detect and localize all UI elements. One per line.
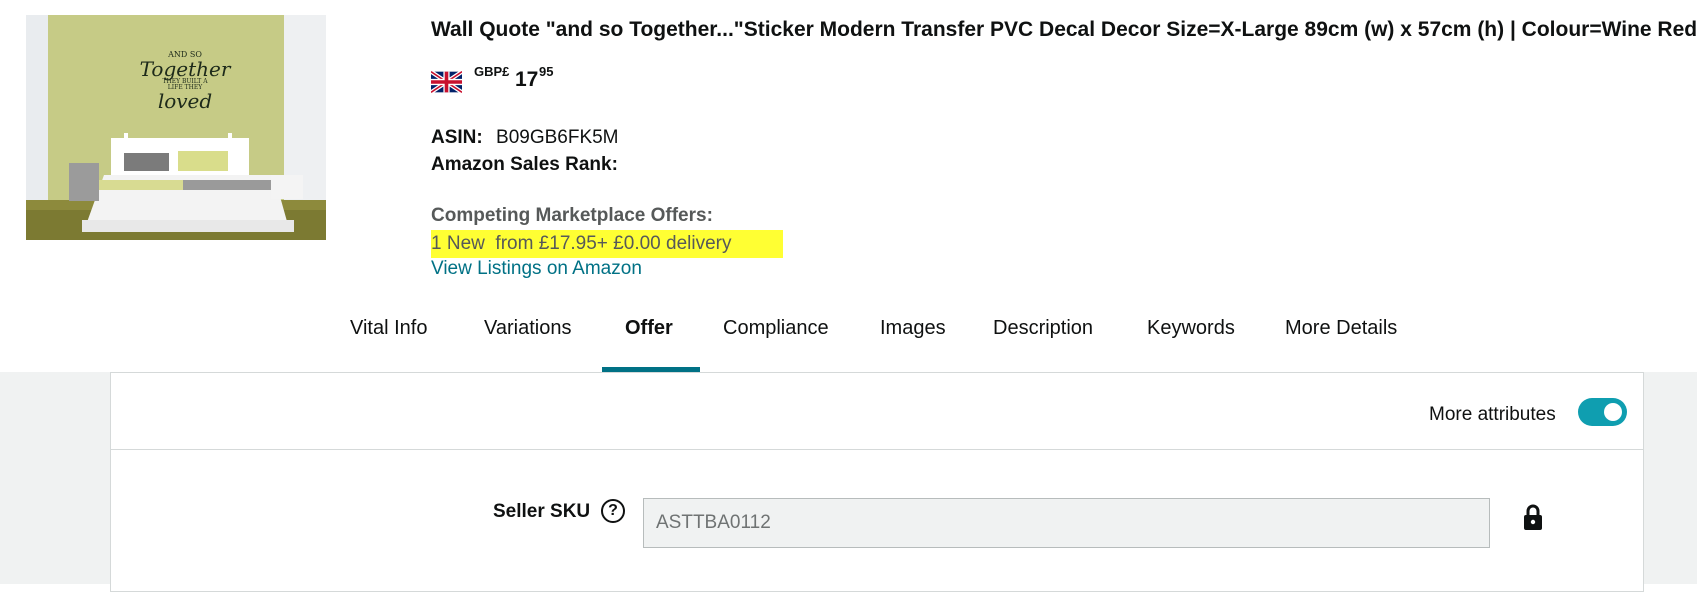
offers-summary: 1 New from £17.95+ £0.00 delivery	[431, 230, 783, 258]
tab-vital-info[interactable]: Vital Info	[350, 310, 427, 372]
price-whole: 17	[515, 68, 539, 91]
price-currency: GBP£	[474, 64, 510, 79]
seller-sku-input[interactable]	[643, 498, 1490, 548]
sales-rank-label: Amazon Sales Rank:	[431, 154, 618, 175]
price-fraction: 95	[539, 64, 554, 79]
tab-description[interactable]: Description	[993, 310, 1093, 372]
lock-icon	[1524, 504, 1542, 530]
toggle-knob	[1604, 403, 1622, 421]
tab-bar: Vital Info Variations Offer Compliance I…	[0, 310, 1697, 372]
tab-keywords[interactable]: Keywords	[1147, 310, 1235, 372]
tab-offer[interactable]: Offer	[625, 310, 673, 372]
more-attributes-toggle[interactable]	[1578, 398, 1627, 426]
tab-images[interactable]: Images	[880, 310, 946, 372]
tab-compliance[interactable]: Compliance	[723, 310, 829, 372]
tab-variations[interactable]: Variations	[484, 310, 571, 372]
asin-row: ASIN: B09GB6FK5M	[431, 127, 619, 149]
panel-divider	[111, 449, 1643, 450]
asin-value: B09GB6FK5M	[496, 127, 619, 148]
uk-flag-icon	[431, 70, 462, 94]
more-attributes-label: More attributes	[1429, 404, 1556, 425]
offer-panel: More attributes Seller SKU ?	[110, 372, 1644, 592]
asin-label: ASIN:	[431, 127, 483, 148]
question-circle-icon[interactable]: ?	[601, 499, 625, 523]
view-listings-link[interactable]: View Listings on Amazon	[431, 258, 642, 280]
offers-summary-text: 1 New from £17.95+ £0.00 delivery	[431, 233, 732, 254]
tab-more-details[interactable]: More Details	[1285, 310, 1397, 372]
wall-quote-art: AND SO Together THEY BUILT A LIFE THEY l…	[139, 50, 231, 113]
product-image: AND SO Together THEY BUILT A LIFE THEY l…	[26, 15, 326, 240]
seller-sku-label: Seller SKU	[493, 501, 591, 522]
product-title: Wall Quote "and so Together..."Sticker M…	[431, 18, 1697, 41]
competing-offers-label: Competing Marketplace Offers:	[431, 205, 713, 226]
